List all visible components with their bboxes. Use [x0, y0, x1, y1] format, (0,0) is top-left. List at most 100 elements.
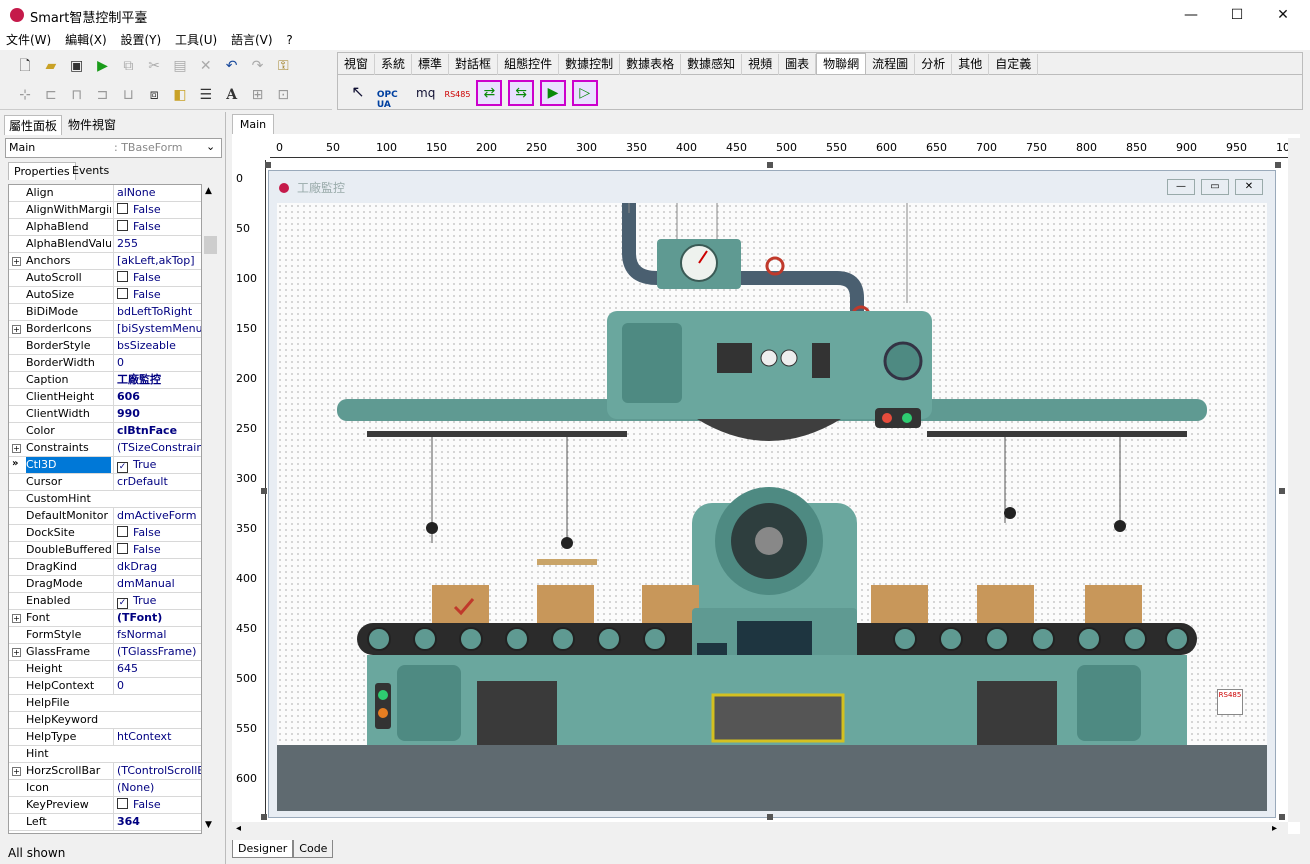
- menu-file[interactable]: 文件(W): [2, 30, 55, 50]
- property-row[interactable]: Color clBtnFace: [9, 423, 201, 440]
- property-value[interactable]: False: [113, 525, 201, 541]
- selection-handle[interactable]: [1279, 814, 1285, 820]
- rs485-component-instance[interactable]: RS485: [1217, 689, 1243, 715]
- align-icon[interactable]: ⊹: [14, 84, 36, 106]
- property-row[interactable]: AlignWithMargins False: [9, 202, 201, 219]
- checkbox[interactable]: [117, 526, 128, 537]
- property-value[interactable]: False: [113, 542, 201, 558]
- property-row[interactable]: Align alNone: [9, 185, 201, 202]
- iot-play-icon[interactable]: ▶: [539, 79, 566, 106]
- property-value[interactable]: 0: [113, 678, 201, 694]
- tab-designer[interactable]: Designer: [232, 840, 294, 858]
- property-value[interactable]: dmActiveForm: [113, 508, 201, 524]
- selection-handle[interactable]: [261, 488, 267, 494]
- property-value[interactable]: False: [113, 202, 201, 218]
- property-value[interactable]: fsNormal: [113, 627, 201, 643]
- checkbox[interactable]: [117, 203, 128, 214]
- scroll-right-icon[interactable]: ▸: [1272, 823, 1277, 834]
- property-value[interactable]: 990: [113, 406, 201, 422]
- scroll-down-icon[interactable]: ▼: [205, 820, 212, 830]
- grid-icon[interactable]: ⊞: [246, 84, 268, 106]
- bring-front-icon[interactable]: ◧: [169, 84, 191, 106]
- property-value[interactable]: 0: [113, 355, 201, 371]
- align-left-icon[interactable]: ⊏: [40, 84, 62, 106]
- menu-settings[interactable]: 設置(Y): [116, 30, 165, 50]
- property-value[interactable]: False: [113, 287, 201, 303]
- property-row[interactable]: Icon (None): [9, 780, 201, 797]
- component-selector[interactable]: Main : TBaseForm ⌄: [5, 138, 222, 158]
- property-row[interactable]: AutoSize False: [9, 287, 201, 304]
- tab-properties[interactable]: Properties: [8, 162, 76, 180]
- property-value[interactable]: 606: [113, 389, 201, 405]
- save-icon[interactable]: ▣: [66, 55, 88, 77]
- property-value[interactable]: crDefault: [113, 474, 201, 490]
- property-row[interactable]: HelpType htContext: [9, 729, 201, 746]
- expand-icon[interactable]: +: [12, 444, 21, 453]
- property-value[interactable]: clBtnFace: [113, 423, 201, 439]
- tab-chart[interactable]: 圖表: [779, 54, 817, 75]
- selection-handle[interactable]: [261, 814, 267, 820]
- expand-icon[interactable]: +: [12, 257, 21, 266]
- expand-icon[interactable]: +: [12, 767, 21, 776]
- tab-video[interactable]: 視頻: [742, 54, 780, 75]
- property-value[interactable]: bdLeftToRight: [113, 304, 201, 320]
- property-value[interactable]: (TControlScrollBar): [113, 763, 201, 779]
- property-value[interactable]: 工廠監控: [113, 372, 201, 388]
- property-row[interactable]: BorderStyle bsSizeable: [9, 338, 201, 355]
- property-value[interactable]: dkDrag: [113, 559, 201, 575]
- mqtt-component[interactable]: mq: [413, 80, 439, 106]
- property-row[interactable]: BorderWidth 0: [9, 355, 201, 372]
- checkbox[interactable]: [117, 271, 128, 282]
- same-size-icon[interactable]: ⧈: [143, 84, 165, 106]
- factory-canvas[interactable]: RS485: [277, 203, 1267, 811]
- tab-code[interactable]: Code: [293, 840, 334, 858]
- property-row[interactable]: BiDiMode bdLeftToRight: [9, 304, 201, 321]
- scroll-thumb[interactable]: [204, 236, 217, 254]
- property-value[interactable]: False: [113, 797, 201, 813]
- form-minimize-button[interactable]: —: [1167, 179, 1195, 195]
- cut-icon[interactable]: ✂: [143, 55, 165, 77]
- property-value[interactable]: (TSizeConstraints): [113, 440, 201, 456]
- tab-window[interactable]: 視窗: [338, 54, 376, 75]
- property-row[interactable]: + Anchors [akLeft,akTop]: [9, 253, 201, 270]
- property-row[interactable]: + BorderIcons [biSystemMenu,biM: [9, 321, 201, 338]
- tab-iot[interactable]: 物聯網: [816, 53, 867, 74]
- property-value[interactable]: htContext: [113, 729, 201, 745]
- iot-device-icon[interactable]: ⇄: [476, 79, 503, 106]
- rs485-component[interactable]: RS485: [444, 81, 471, 107]
- align-top-icon[interactable]: ⊓: [66, 84, 88, 106]
- font-icon[interactable]: A: [221, 84, 243, 106]
- opcua-component[interactable]: OPC UA: [377, 87, 407, 113]
- checkbox[interactable]: ✓: [117, 462, 128, 473]
- property-row[interactable]: + Constraints (TSizeConstraints): [9, 440, 201, 457]
- tab-data-grid[interactable]: 數據表格: [620, 54, 682, 75]
- property-row[interactable]: AlphaBlendValue 255: [9, 236, 201, 253]
- undo-icon[interactable]: ↶: [221, 55, 243, 77]
- tab-custom[interactable]: 自定義: [989, 54, 1039, 75]
- menu-tools[interactable]: 工具(U): [171, 30, 221, 50]
- property-row[interactable]: ClientHeight 606: [9, 389, 201, 406]
- property-row[interactable]: Left 364: [9, 814, 201, 831]
- redo-icon[interactable]: ↷: [246, 55, 268, 77]
- align-bottom-icon[interactable]: ⊔: [117, 84, 139, 106]
- property-value[interactable]: (None): [113, 780, 201, 796]
- property-row[interactable]: KeyPreview False: [9, 797, 201, 814]
- pointer-icon[interactable]: ↖: [345, 78, 371, 104]
- menu-edit[interactable]: 編輯(X): [61, 30, 111, 50]
- tab-system[interactable]: 系統: [375, 54, 413, 75]
- expand-icon[interactable]: +: [12, 614, 21, 623]
- property-row[interactable]: DoubleBuffered False: [9, 542, 201, 559]
- close-button[interactable]: ✕: [1260, 0, 1306, 30]
- tab-data-aware[interactable]: 數據感知: [681, 54, 743, 75]
- property-value[interactable]: False: [113, 270, 201, 286]
- tab-standard[interactable]: 標準: [412, 54, 450, 75]
- property-row[interactable]: HelpContext 0: [9, 678, 201, 695]
- iot-device-icon[interactable]: ⇆: [508, 79, 535, 106]
- property-row[interactable]: DragKind dkDrag: [9, 559, 201, 576]
- property-row[interactable]: HelpFile: [9, 695, 201, 712]
- tab-events[interactable]: Events: [67, 162, 114, 180]
- scroll-left-icon[interactable]: ◂: [236, 823, 241, 834]
- property-value[interactable]: 255: [113, 236, 201, 252]
- designer-hscrollbar[interactable]: ◂ ▸: [232, 822, 1288, 838]
- selection-handle[interactable]: [265, 162, 271, 168]
